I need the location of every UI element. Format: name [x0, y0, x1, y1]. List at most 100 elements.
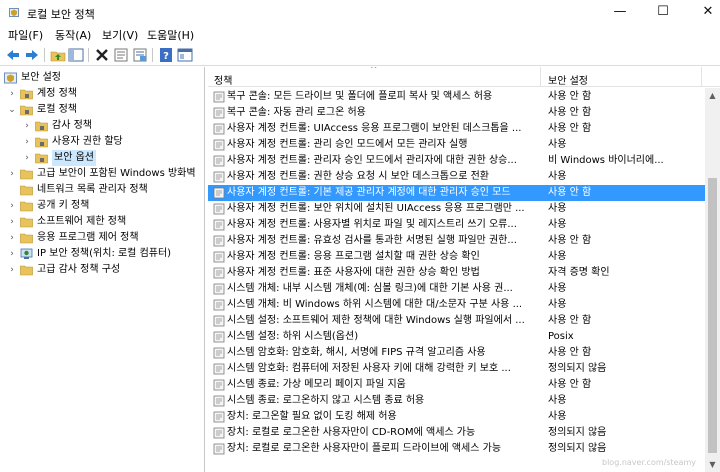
table-row[interactable]: 사용자 계정 컨트롤: 사용자별 위치로 파일 및 레지스트리 쓰기 오류...…	[208, 217, 705, 233]
forward-arrow-icon[interactable]	[24, 47, 40, 63]
tree-label: 고급 감사 정책 구성	[37, 264, 121, 275]
export-list-icon[interactable]	[132, 47, 148, 63]
policy-name: 시스템 설정: 소프트웨어 제한 정책에 대한 Windows 실행 파일에서 …	[227, 315, 525, 326]
table-row[interactable]: 사용자 계정 컨트롤: 유효성 검사를 통과한 서명된 실행 파일만 권한...…	[208, 233, 705, 249]
policy-name: 사용자 계정 컨트롤: 사용자별 위치로 파일 및 레지스트리 쓰기 오류...	[227, 219, 517, 230]
policy-item-icon	[213, 171, 225, 183]
table-row[interactable]: 시스템 종료: 로그온하지 않고 시스템 종료 허용 사용	[208, 393, 705, 409]
table-row[interactable]: 시스템 설정: 소프트웨어 제한 정책에 대한 Windows 실행 파일에서 …	[208, 313, 705, 329]
policy-name: 복구 콘솔: 자동 관리 로그온 허용	[227, 107, 366, 118]
scrollbar-thumb[interactable]	[708, 178, 717, 453]
table-row[interactable]: 시스템 종료: 가상 메모리 페이지 파일 지움 사용 안 함	[208, 377, 705, 393]
menu-file[interactable]: 파일(F)	[8, 27, 43, 43]
policy-name: 시스템 설정: 하위 시스템(옵션)	[227, 331, 359, 342]
table-row[interactable]: 사용자 계정 컨트롤: 관리자 승인 모드에서 관리자에 대한 권한 상승...…	[208, 153, 705, 169]
menu-bar: 파일(F) 동작(A) 보기(V) 도움말(H)	[0, 24, 720, 44]
chevron-right-icon[interactable]: ›	[22, 150, 32, 166]
table-row[interactable]: 사용자 계정 컨트롤: 응용 프로그램 설치할 때 권한 상승 확인 사용	[208, 249, 705, 265]
policy-setting: 사용	[548, 139, 567, 150]
policy-name: 장치: 로컬로 로그온한 사용자만이 플로피 드라이브에 액세스 가능	[227, 443, 502, 454]
folder-icon	[20, 217, 33, 228]
policy-item-icon	[213, 187, 225, 199]
table-row[interactable]: 장치: 로컬로 로그온한 사용자만이 CD-ROM에 액세스 가능 정의되지 않음	[208, 425, 705, 441]
policy-item-icon	[213, 219, 225, 231]
policy-item-icon	[213, 427, 225, 439]
table-row[interactable]: 사용자 계정 컨트롤: 표준 사용자에 대한 권한 상승 확인 방법 자격 증명 …	[208, 265, 705, 281]
chevron-right-icon[interactable]: ›	[7, 166, 17, 182]
policy-name: 장치: 로그온할 필요 없이 도킹 해제 허용	[227, 411, 397, 422]
policy-name: 시스템 개체: 비 Windows 하위 시스템에 대한 대/소문자 구분 사용…	[227, 299, 523, 310]
policy-setting: 사용	[548, 299, 567, 310]
policy-name: 사용자 계정 컨트롤: 응용 프로그램 설치할 때 권한 상승 확인	[227, 251, 480, 262]
column-header-label: 보안 설정	[548, 76, 588, 87]
policy-item-icon	[213, 347, 225, 359]
table-row[interactable]: 장치: 로그온할 필요 없이 도킹 해제 허용 사용	[208, 409, 705, 425]
chevron-right-icon[interactable]: ›	[7, 262, 17, 278]
table-row[interactable]: 시스템 암호화: 컴퓨터에 저장된 사용자 키에 대해 강력한 키 보호 ...…	[208, 361, 705, 377]
policy-setting: 사용 안 함	[548, 315, 592, 326]
table-row[interactable]: 시스템 개체: 내부 시스템 개체(예: 심볼 링크)에 대한 기본 사용 권.…	[208, 281, 705, 297]
chevron-right-icon[interactable]: ›	[7, 214, 17, 230]
scroll-down-arrow-icon[interactable]: ▼	[705, 457, 720, 472]
table-row[interactable]: 시스템 암호화: 암호화, 해시, 서명에 FIPS 규격 알고리즘 사용 사용 …	[208, 345, 705, 361]
chevron-right-icon[interactable]: ›	[22, 134, 32, 150]
scroll-up-arrow-icon[interactable]: ▲	[705, 88, 720, 103]
title-bar: 로컬 보안 정책 — ☐ ✕	[0, 0, 720, 24]
table-row[interactable]: 사용자 계정 컨트롤: 기본 제공 관리자 계정에 대한 관리자 승인 모드 사용…	[208, 185, 705, 201]
policy-item-icon	[213, 379, 225, 391]
tree-label: 로컬 정책	[37, 104, 77, 115]
policy-name: 시스템 종료: 가상 메모리 페이지 파일 지움	[227, 379, 406, 390]
table-row[interactable]: 사용자 계정 컨트롤: 보안 위치에 설치된 UIAccess 응용 프로그램만…	[208, 201, 705, 217]
policy-setting: 사용	[548, 219, 567, 230]
column-header-setting[interactable]: 보안 설정	[542, 67, 702, 87]
chevron-right-icon[interactable]: ›	[7, 198, 17, 214]
navigation-tree: 보안 설정 › 계정 정책 ⌄ 로컬 정책 › 감사 정책 › 사용자 권한 할…	[0, 67, 205, 472]
policy-item-icon	[213, 443, 225, 455]
maximize-button[interactable]: ☐	[641, 0, 685, 24]
folder-lock-icon	[20, 105, 33, 116]
menu-action[interactable]: 동작(A)	[55, 27, 91, 43]
table-row[interactable]: 복구 콘솔: 자동 관리 로그온 허용 사용 안 함	[208, 105, 705, 121]
policy-item-icon	[213, 91, 225, 103]
chevron-right-icon[interactable]: ›	[22, 118, 32, 134]
policy-rows: 복구 콘솔: 모든 드라이브 및 폴더에 플로피 복사 및 액세스 허용 사용 안…	[208, 88, 705, 472]
policy-name: 사용자 계정 컨트롤: 기본 제공 관리자 계정에 대한 관리자 승인 모드	[227, 187, 511, 198]
up-folder-icon[interactable]	[50, 47, 66, 63]
policy-name: 사용자 계정 컨트롤: 관리 승인 모드에서 모든 관리자 실행	[227, 139, 468, 150]
table-row[interactable]: 사용자 계정 컨트롤: UIAccess 응용 프로그램이 보안된 데스크톱을 …	[208, 121, 705, 137]
table-row[interactable]: 복구 콘솔: 모든 드라이브 및 폴더에 플로피 복사 및 액세스 허용 사용 안…	[208, 89, 705, 105]
column-header-policy[interactable]: 정책 ^	[208, 67, 541, 87]
back-arrow-icon[interactable]	[5, 47, 21, 63]
toolbar-separator	[152, 48, 153, 62]
tree-label: 소프트웨어 제한 정책	[37, 216, 127, 227]
policy-setting: 사용 안 함	[548, 91, 592, 102]
delete-icon[interactable]	[94, 47, 110, 63]
chevron-right-icon[interactable]: ›	[7, 230, 17, 246]
policy-name: 시스템 개체: 내부 시스템 개체(예: 심볼 링크)에 대한 기본 사용 권.…	[227, 283, 513, 294]
table-row[interactable]: 사용자 계정 컨트롤: 권한 상승 요청 시 보안 데스크톱으로 전환 사용	[208, 169, 705, 185]
vertical-scrollbar[interactable]: ▲ ▼	[705, 88, 720, 472]
show-hide-tree-icon[interactable]	[68, 47, 84, 63]
policy-name: 사용자 계정 컨트롤: 유효성 검사를 통과한 서명된 실행 파일만 권한...	[227, 235, 517, 246]
security-settings-icon	[4, 72, 17, 84]
chevron-right-icon[interactable]: ›	[7, 246, 17, 262]
tree-label: 사용자 권한 할당	[52, 136, 123, 147]
table-row[interactable]: 시스템 개체: 비 Windows 하위 시스템에 대한 대/소문자 구분 사용…	[208, 297, 705, 313]
help-icon[interactable]: ?	[158, 47, 174, 63]
chevron-down-icon[interactable]: ⌄	[7, 102, 17, 118]
svg-text:?: ?	[163, 51, 169, 62]
properties-icon[interactable]	[113, 47, 129, 63]
menu-view[interactable]: 보기(V)	[102, 27, 138, 43]
policy-item-icon	[213, 107, 225, 119]
table-row[interactable]: 시스템 설정: 하위 시스템(옵션) Posix	[208, 329, 705, 345]
table-row[interactable]: 장치: 로컬로 로그온한 사용자만이 플로피 드라이브에 액세스 가능 정의되지 …	[208, 441, 705, 457]
policy-setting: 사용 안 함	[548, 123, 592, 134]
menu-help[interactable]: 도움말(H)	[147, 27, 194, 43]
minimize-button[interactable]: —	[598, 0, 642, 24]
close-button[interactable]: ✕	[686, 0, 720, 24]
console-view-icon[interactable]	[177, 47, 193, 63]
folder-lock-icon	[35, 137, 48, 148]
toolbar-separator	[88, 48, 89, 62]
chevron-right-icon[interactable]: ›	[7, 86, 17, 102]
table-row[interactable]: 사용자 계정 컨트롤: 관리 승인 모드에서 모든 관리자 실행 사용	[208, 137, 705, 153]
